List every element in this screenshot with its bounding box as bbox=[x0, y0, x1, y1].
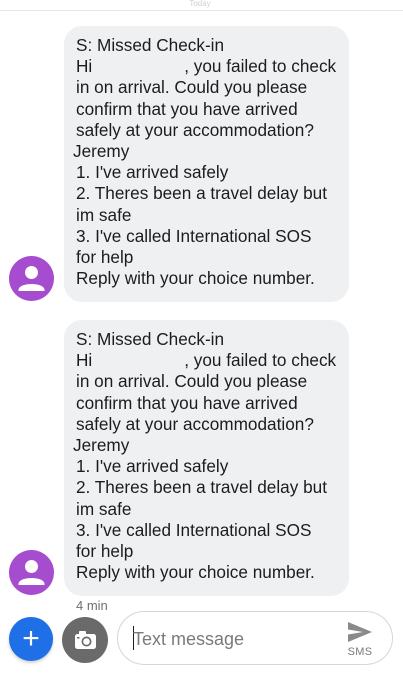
plus-icon: + bbox=[22, 622, 40, 655]
message-option: 3. I've called International SOS bbox=[76, 225, 312, 246]
camera-button[interactable] bbox=[62, 617, 108, 663]
message-option: for help bbox=[76, 541, 134, 562]
contact-avatar[interactable] bbox=[9, 256, 54, 301]
message-option: for help bbox=[76, 247, 134, 268]
send-mode-label: SMS bbox=[347, 646, 373, 658]
message-body-line: in on arrival. Could you please bbox=[76, 371, 308, 392]
compose-bar: SMS bbox=[117, 611, 393, 665]
send-button[interactable]: SMS bbox=[340, 618, 380, 660]
message-subject: S: Missed Check-in bbox=[76, 329, 225, 349]
send-icon bbox=[348, 622, 372, 642]
contact-avatar[interactable] bbox=[9, 550, 54, 595]
message-signature: Jeremy bbox=[73, 435, 130, 456]
person-icon bbox=[18, 560, 45, 585]
message-option: 2. Theres been a travel delay but bbox=[76, 183, 327, 204]
message-timestamp: 4 min bbox=[76, 598, 108, 613]
message-body-line: safely at your accommodation? bbox=[76, 413, 314, 434]
conversation-screen: Today S: Missed Check-in Hi , you failed … bbox=[0, 0, 403, 677]
message-option: 1. I've arrived safely bbox=[76, 456, 229, 477]
message-option: 3. I've called International SOS bbox=[76, 519, 312, 540]
greeting-rest: , you failed to check bbox=[184, 350, 337, 371]
message-item: S: Missed Check-in Hi , you failed to che… bbox=[0, 320, 403, 596]
greeting-word: Hi bbox=[76, 350, 93, 371]
message-bubble[interactable]: S: Missed Check-in Hi , you failed to che… bbox=[64, 26, 349, 302]
top-faint-label: Today bbox=[189, 0, 211, 8]
message-instruction: Reply with your choice number. bbox=[76, 268, 315, 289]
message-body-line: safely at your accommodation? bbox=[76, 119, 314, 140]
message-input[interactable] bbox=[133, 626, 323, 652]
greeting-word: Hi bbox=[76, 56, 93, 77]
message-instruction: Reply with your choice number. bbox=[76, 562, 315, 583]
message-greeting-line: Hi , you failed to check bbox=[76, 56, 337, 77]
top-divider bbox=[0, 10, 403, 11]
message-option: im safe bbox=[76, 204, 132, 225]
message-option: im safe bbox=[76, 498, 132, 519]
add-attachment-button[interactable]: + bbox=[9, 617, 53, 661]
message-body-line: in on arrival. Could you please bbox=[76, 77, 308, 98]
message-body-line: confirm that you have arrived bbox=[76, 392, 298, 413]
message-body-line: confirm that you have arrived bbox=[76, 98, 298, 119]
camera-icon bbox=[75, 631, 96, 649]
message-signature: Jeremy bbox=[73, 141, 130, 162]
message-option: 2. Theres been a travel delay but bbox=[76, 477, 327, 498]
message-option: 1. I've arrived safely bbox=[76, 162, 229, 183]
message-item: S: Missed Check-in Hi , you failed to che… bbox=[0, 26, 403, 302]
greeting-rest: , you failed to check bbox=[184, 56, 337, 77]
person-icon bbox=[18, 266, 45, 291]
message-greeting-line: Hi , you failed to check bbox=[76, 350, 337, 371]
message-subject: S: Missed Check-in bbox=[76, 35, 225, 55]
message-bubble[interactable]: S: Missed Check-in Hi , you failed to che… bbox=[64, 320, 349, 596]
